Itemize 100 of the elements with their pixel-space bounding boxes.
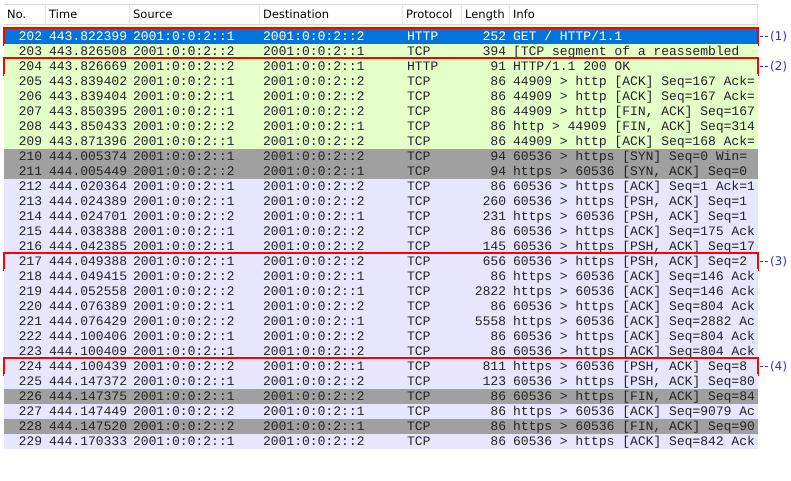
protocol-cell-text: TCP	[406, 389, 432, 404]
length-cell-text: 86	[489, 329, 507, 344]
time-cell-text: 444.038388	[48, 224, 128, 239]
packet-row[interactable]: 204 443.826669 2001:0:0:2::2 2001:0:0:2::1 HTTP 91 HTTP/1.1 200 OK	[4, 59, 758, 74]
packet-row[interactable]: 214 444.024701 2001:0:0:2::2 2001:0:0:2::1 TCP 231 https > 60536 [PSH, ACK] Seq=1	[4, 209, 758, 224]
packet-row[interactable]: 226 444.147375 2001:0:0:2::1 2001:0:0:2::2 TCP 86 60536 > https [FIN, ACK] Seq=84	[4, 389, 758, 404]
column-header[interactable]: Protocol	[403, 5, 462, 24]
source-cell-text: 2001:0:0:2::1	[132, 224, 236, 239]
destination-cell-text: 2001:0:0:2::2	[262, 254, 366, 269]
source-cell-text: 2001:0:0:2::1	[132, 374, 236, 389]
destination-cell-text: 2001:0:0:2::2	[262, 179, 366, 194]
time-cell-text: 444.042385	[48, 239, 128, 254]
packet-row[interactable]: 225 444.147372 2001:0:0:2::1 2001:0:0:2::2 TCP 123 60536 > https [PSH, ACK] Seq=80	[4, 374, 758, 389]
length-cell-text: 2822	[474, 284, 507, 299]
packet-row[interactable]: 228 444.147520 2001:0:0:2::2 2001:0:0:2::1 TCP 86 https > 60536 [FIN, ACK] Seq=90	[4, 419, 758, 434]
protocol-cell-text: TCP	[406, 284, 432, 299]
packet-row[interactable]: 218 444.049415 2001:0:0:2::2 2001:0:0:2::1 TCP 86 https > 60536 [ACK] Seq=146 Ack	[4, 269, 758, 284]
packet-row[interactable]: 227 444.147449 2001:0:0:2::2 2001:0:0:2::1 TCP 86 https > 60536 [ACK] Seq=9079 Ac	[4, 404, 758, 419]
destination-cell-text: 2001:0:0:2::2	[262, 149, 366, 164]
packet-row[interactable]: 202 443.822399 2001:0:0:2::1 2001:0:0:2::2 HTTP 252 GET / HTTP/1.1	[4, 29, 758, 44]
column-header[interactable]: Source	[130, 5, 260, 24]
packet-row[interactable]: 206 443.839404 2001:0:0:2::1 2001:0:0:2::2 TCP 86 44909 > http [ACK] Seq=167 Ack=	[4, 89, 758, 104]
destination-cell-text: 2001:0:0:2::1	[262, 284, 366, 299]
protocol-cell-text: TCP	[406, 89, 432, 104]
column-header[interactable]: No.	[4, 5, 46, 24]
source-cell-text: 2001:0:0:2::2	[132, 314, 236, 329]
column-header[interactable]: Time	[46, 5, 130, 24]
column-header[interactable]: Length	[462, 5, 510, 24]
protocol-cell-text: TCP	[406, 359, 432, 374]
protocol-cell-text: TCP	[406, 194, 432, 209]
time-cell-text: 444.147520	[48, 419, 128, 434]
time-cell-text: 444.170333	[48, 434, 128, 449]
time-cell-text: 444.100409	[48, 344, 128, 359]
source-cell-text: 2001:0:0:2::1	[132, 134, 236, 149]
time-cell-text: 444.076429	[48, 314, 128, 329]
packet-number: 215	[18, 224, 43, 239]
protocol-cell-text: TCP	[406, 119, 432, 134]
info-cell-text: http > 44909 [FIN, ACK] Seq=314	[512, 119, 756, 134]
source-cell-text: 2001:0:0:2::1	[132, 149, 236, 164]
info-cell-text: HTTP/1.1 200 OK	[512, 59, 632, 74]
protocol-cell-text: TCP	[406, 329, 432, 344]
source-cell-text: 2001:0:0:2::1	[132, 29, 236, 44]
info-cell-text: 60536 > https [ACK] Seq=804 Ack	[512, 299, 756, 314]
info-cell-text: 60536 > https [FIN, ACK] Seq=84	[512, 389, 756, 404]
info-cell-text: 44909 > http [ACK] Seq=167 Ack=	[512, 89, 756, 104]
leader-line	[760, 366, 768, 367]
packet-row[interactable]: 211 444.005449 2001:0:0:2::2 2001:0:0:2::1 TCP 94 https > 60536 [SYN, ACK] Seq=0	[4, 164, 758, 179]
packet-row[interactable]: 207 443.850395 2001:0:0:2::1 2001:0:0:2::2 TCP 86 44909 > http [FIN, ACK] Seq=167	[4, 104, 758, 119]
destination-cell-text: 2001:0:0:2::2	[262, 239, 366, 254]
protocol-cell-text: TCP	[406, 224, 432, 239]
packet-row[interactable]: 213 444.024389 2001:0:0:2::1 2001:0:0:2::2 TCP 260 60536 > https [PSH, ACK] Seq=1	[4, 194, 758, 209]
packet-row[interactable]: 210 444.005374 2001:0:0:2::1 2001:0:0:2::2 TCP 94 60536 > https [SYN] Seq=0 Win=	[4, 149, 758, 164]
packet-row[interactable]: 222 444.100406 2001:0:0:2::1 2001:0:0:2::2 TCP 86 60536 > https [ACK] Seq=804 Ack	[4, 329, 758, 344]
leader-line	[760, 66, 768, 67]
source-cell-text: 2001:0:0:2::2	[132, 404, 236, 419]
packet-number: 225	[18, 374, 43, 389]
time-cell-text: 443.850433	[48, 119, 128, 134]
packet-number: 217	[18, 254, 43, 269]
source-cell-text: 2001:0:0:2::1	[132, 299, 236, 314]
info-cell-text: https > 60536 [ACK] Seq=2882 Ac	[512, 314, 756, 329]
length-cell-text: 94	[489, 164, 507, 179]
destination-cell-text: 2001:0:0:2::1	[262, 119, 366, 134]
time-cell-text: 444.024389	[48, 194, 128, 209]
packet-row[interactable]: 215 444.038388 2001:0:0:2::1 2001:0:0:2::2 TCP 86 60536 > https [ACK] Seq=175 Ack	[4, 224, 758, 239]
packet-row[interactable]: 205 443.839402 2001:0:0:2::1 2001:0:0:2::2 TCP 86 44909 > http [ACK] Seq=167 Ack=	[4, 74, 758, 89]
destination-cell-text: 2001:0:0:2::1	[262, 209, 366, 224]
info-cell-text: 60536 > https [ACK] Seq=175 Ack	[512, 224, 756, 239]
packet-row[interactable]: 209 443.871396 2001:0:0:2::1 2001:0:0:2::2 TCP 86 44909 > http [ACK] Seq=168 Ack=	[4, 134, 758, 149]
packet-row[interactable]: 224 444.100439 2001:0:0:2::2 2001:0:0:2::1 TCP 811 https > 60536 [PSH, ACK] Seq=8	[4, 359, 758, 374]
source-cell-text: 2001:0:0:2::1	[132, 434, 236, 449]
protocol-cell-text: TCP	[406, 149, 432, 164]
source-cell-text: 2001:0:0:2::1	[132, 254, 236, 269]
column-header[interactable]: Info	[510, 5, 758, 24]
info-cell-text: 60536 > https [PSH, ACK] Seq=1	[512, 194, 748, 209]
source-cell-text: 2001:0:0:2::2	[132, 44, 236, 59]
length-cell-text: 91	[489, 59, 507, 74]
column-header[interactable]: Destination	[260, 5, 403, 24]
packet-row[interactable]: 221 444.076429 2001:0:0:2::2 2001:0:0:2::1 TCP 5558 https > 60536 [ACK] Seq=2882 Ac	[4, 314, 758, 329]
packet-number: 208	[18, 119, 43, 134]
packet-row[interactable]: 208 443.850433 2001:0:0:2::2 2001:0:0:2::1 TCP 86 http > 44909 [FIN, ACK] Seq=314	[4, 119, 758, 134]
destination-cell-text: 2001:0:0:2::2	[262, 134, 366, 149]
length-cell-text: 231	[482, 209, 507, 224]
info-cell-text: 60536 > https [SYN] Seq=0 Win=	[512, 149, 748, 164]
info-cell-text: 44909 > http [ACK] Seq=167 Ack=	[512, 74, 756, 89]
packet-row[interactable]: 220 444.076389 2001:0:0:2::1 2001:0:0:2::2 TCP 86 60536 > https [ACK] Seq=804 Ack	[4, 299, 758, 314]
destination-cell-text: 2001:0:0:2::2	[262, 29, 366, 44]
packet-number: 207	[18, 104, 43, 119]
packet-row[interactable]: 219 444.052558 2001:0:0:2::2 2001:0:0:2::1 TCP 2822 https > 60536 [ACK] Seq=146 Ack	[4, 284, 758, 299]
leader-line	[760, 36, 768, 37]
length-cell-text: 145	[482, 239, 507, 254]
packet-number: 222	[18, 329, 43, 344]
packet-row[interactable]: 229 444.170333 2001:0:0:2::1 2001:0:0:2::2 TCP 86 60536 > https [ACK] Seq=842 Ack	[4, 434, 758, 449]
destination-cell-text: 2001:0:0:2::2	[262, 434, 366, 449]
packet-number: 218	[18, 269, 43, 284]
callout-label: (2)	[770, 59, 787, 74]
packet-row[interactable]: 217 444.049388 2001:0:0:2::1 2001:0:0:2::2 TCP 656 60536 > https [PSH, ACK] Seq=2	[4, 254, 758, 269]
length-cell-text: 656	[482, 254, 507, 269]
time-cell-text: 444.147372	[48, 374, 128, 389]
length-cell-text: 86	[489, 299, 507, 314]
packet-row[interactable]: 212 444.020364 2001:0:0:2::1 2001:0:0:2::2 TCP 86 60536 > https [ACK] Seq=1 Ack=1	[4, 179, 758, 194]
